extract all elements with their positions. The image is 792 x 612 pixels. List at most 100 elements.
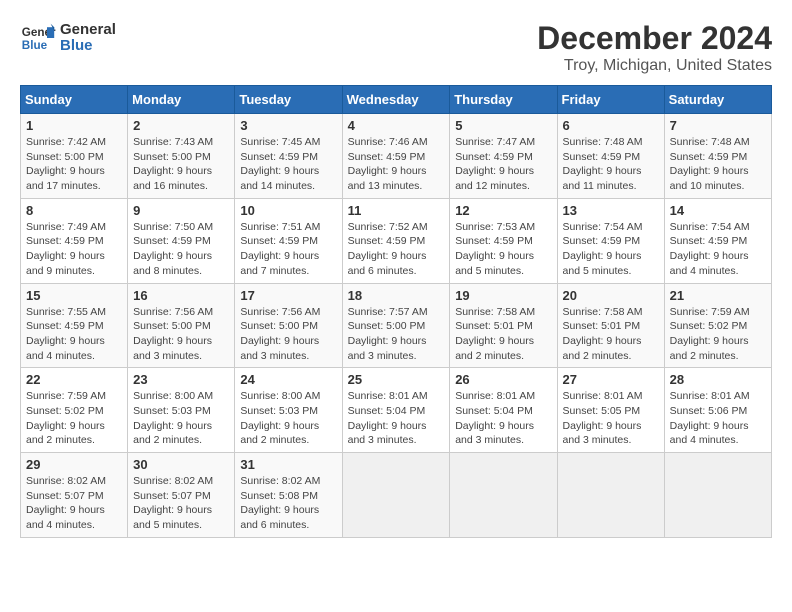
day-number: 18: [348, 288, 445, 303]
day-of-week-thursday: Thursday: [450, 86, 557, 114]
calendar-cell: [557, 453, 664, 538]
day-info: Sunrise: 7:48 AM Sunset: 4:59 PM Dayligh…: [563, 135, 659, 194]
day-number: 11: [348, 203, 445, 218]
day-number: 4: [348, 118, 445, 133]
calendar-cell: 31Sunrise: 8:02 AM Sunset: 5:08 PM Dayli…: [235, 453, 342, 538]
calendar-cell: 25 Sunrise: 8:01 AM Sunset: 5:04 PM Dayli…: [342, 368, 450, 453]
day-of-week-sunday: Sunday: [21, 86, 128, 114]
day-info: Sunrise: 7:48 AM Sunset: 4:59 PM Dayligh…: [670, 135, 766, 194]
day-info: Sunrise: 7:45 AM Sunset: 4:59 PM Dayligh…: [240, 135, 336, 194]
day-number: 23: [133, 372, 229, 387]
calendar-cell: 6Sunrise: 7:48 AM Sunset: 4:59 PM Daylig…: [557, 114, 664, 199]
calendar-week-1: 1Sunrise: 7:42 AM Sunset: 5:00 PM Daylig…: [21, 114, 772, 199]
day-info: Sunrise: 8:00 AM Sunset: 5:03 PM Dayligh…: [240, 389, 336, 448]
day-number: 9: [133, 203, 229, 218]
calendar-cell: 8 Sunrise: 7:49 AM Sunset: 4:59 PM Daylig…: [21, 198, 128, 283]
day-info: Sunrise: 7:56 AM Sunset: 5:00 PM Dayligh…: [240, 305, 336, 364]
day-number: 21: [670, 288, 766, 303]
calendar-week-4: 22 Sunrise: 7:59 AM Sunset: 5:02 PM Dayli…: [21, 368, 772, 453]
calendar-cell: 13Sunrise: 7:54 AM Sunset: 4:59 PM Dayli…: [557, 198, 664, 283]
day-number: 24: [240, 372, 336, 387]
day-info: Sunrise: 7:46 AM Sunset: 4:59 PM Dayligh…: [348, 135, 445, 194]
calendar-cell: 24 Sunrise: 8:00 AM Sunset: 5:03 PM Dayli…: [235, 368, 342, 453]
day-info: Sunrise: 8:01 AM Sunset: 5:04 PM Dayligh…: [455, 389, 551, 448]
day-number: 12: [455, 203, 551, 218]
calendar-cell: [450, 453, 557, 538]
calendar-week-2: 8 Sunrise: 7:49 AM Sunset: 4:59 PM Daylig…: [21, 198, 772, 283]
day-info: Sunrise: 7:47 AM Sunset: 4:59 PM Dayligh…: [455, 135, 551, 194]
calendar-cell: 29 Sunrise: 8:02 AM Sunset: 5:07 PM Dayli…: [21, 453, 128, 538]
calendar-title-block: December 2024 Troy, Michigan, United Sta…: [537, 20, 772, 75]
day-number: 30: [133, 457, 229, 472]
day-number: 5: [455, 118, 551, 133]
day-number: 28: [670, 372, 766, 387]
calendar-cell: 21 Sunrise: 7:59 AM Sunset: 5:02 PM Dayli…: [664, 283, 771, 368]
day-of-week-tuesday: Tuesday: [235, 86, 342, 114]
day-info: Sunrise: 7:58 AM Sunset: 5:01 PM Dayligh…: [455, 305, 551, 364]
day-number: 15: [26, 288, 122, 303]
day-number: 10: [240, 203, 336, 218]
day-number: 20: [563, 288, 659, 303]
day-info: Sunrise: 7:54 AM Sunset: 4:59 PM Dayligh…: [563, 220, 659, 279]
day-number: 7: [670, 118, 766, 133]
day-number: 17: [240, 288, 336, 303]
calendar-cell: 28 Sunrise: 8:01 AM Sunset: 5:06 PM Dayli…: [664, 368, 771, 453]
calendar-title: December 2024: [537, 20, 772, 57]
day-info: Sunrise: 8:02 AM Sunset: 5:08 PM Dayligh…: [240, 474, 336, 533]
calendar-cell: 20 Sunrise: 7:58 AM Sunset: 5:01 PM Dayli…: [557, 283, 664, 368]
day-info: Sunrise: 7:56 AM Sunset: 5:00 PM Dayligh…: [133, 305, 229, 364]
day-number: 3: [240, 118, 336, 133]
calendar-cell: 11 Sunrise: 7:52 AM Sunset: 4:59 PM Dayli…: [342, 198, 450, 283]
calendar-cell: 26Sunrise: 8:01 AM Sunset: 5:04 PM Dayli…: [450, 368, 557, 453]
day-of-week-saturday: Saturday: [664, 86, 771, 114]
calendar-cell: 2Sunrise: 7:43 AM Sunset: 5:00 PM Daylig…: [128, 114, 235, 199]
day-info: Sunrise: 7:55 AM Sunset: 4:59 PM Dayligh…: [26, 305, 122, 364]
day-number: 29: [26, 457, 122, 472]
logo: General Blue General Blue: [20, 20, 116, 56]
calendar-cell: 19 Sunrise: 7:58 AM Sunset: 5:01 PM Dayli…: [450, 283, 557, 368]
calendar-cell: 9Sunrise: 7:50 AM Sunset: 4:59 PM Daylig…: [128, 198, 235, 283]
svg-text:Blue: Blue: [22, 39, 48, 52]
calendar-cell: [664, 453, 771, 538]
calendar-cell: 23 Sunrise: 8:00 AM Sunset: 5:03 PM Dayli…: [128, 368, 235, 453]
day-number: 14: [670, 203, 766, 218]
day-of-week-friday: Friday: [557, 86, 664, 114]
calendar-table: SundayMondayTuesdayWednesdayThursdayFrid…: [20, 85, 772, 538]
calendar-cell: 15 Sunrise: 7:55 AM Sunset: 4:59 PM Dayli…: [21, 283, 128, 368]
calendar-cell: 3 Sunrise: 7:45 AM Sunset: 4:59 PM Daylig…: [235, 114, 342, 199]
calendar-cell: 18 Sunrise: 7:57 AM Sunset: 5:00 PM Dayli…: [342, 283, 450, 368]
day-info: Sunrise: 8:02 AM Sunset: 5:07 PM Dayligh…: [133, 474, 229, 533]
calendar-cell: 22 Sunrise: 7:59 AM Sunset: 5:02 PM Dayli…: [21, 368, 128, 453]
calendar-week-3: 15 Sunrise: 7:55 AM Sunset: 4:59 PM Dayli…: [21, 283, 772, 368]
day-info: Sunrise: 7:49 AM Sunset: 4:59 PM Dayligh…: [26, 220, 122, 279]
day-number: 27: [563, 372, 659, 387]
day-info: Sunrise: 8:01 AM Sunset: 5:06 PM Dayligh…: [670, 389, 766, 448]
day-info: Sunrise: 8:01 AM Sunset: 5:04 PM Dayligh…: [348, 389, 445, 448]
calendar-cell: 10 Sunrise: 7:51 AM Sunset: 4:59 PM Dayli…: [235, 198, 342, 283]
day-info: Sunrise: 7:51 AM Sunset: 4:59 PM Dayligh…: [240, 220, 336, 279]
day-info: Sunrise: 7:59 AM Sunset: 5:02 PM Dayligh…: [670, 305, 766, 364]
calendar-cell: 16Sunrise: 7:56 AM Sunset: 5:00 PM Dayli…: [128, 283, 235, 368]
day-of-week-wednesday: Wednesday: [342, 86, 450, 114]
day-info: Sunrise: 8:02 AM Sunset: 5:07 PM Dayligh…: [26, 474, 122, 533]
page-header: General Blue General Blue December 2024 …: [20, 20, 772, 75]
calendar-cell: 27Sunrise: 8:01 AM Sunset: 5:05 PM Dayli…: [557, 368, 664, 453]
calendar-week-5: 29 Sunrise: 8:02 AM Sunset: 5:07 PM Dayli…: [21, 453, 772, 538]
logo-text-general: General: [60, 22, 116, 39]
day-info: Sunrise: 7:57 AM Sunset: 5:00 PM Dayligh…: [348, 305, 445, 364]
day-number: 8: [26, 203, 122, 218]
day-number: 22: [26, 372, 122, 387]
day-number: 19: [455, 288, 551, 303]
calendar-cell: 30 Sunrise: 8:02 AM Sunset: 5:07 PM Dayli…: [128, 453, 235, 538]
logo-text-blue: Blue: [60, 38, 116, 55]
day-info: Sunrise: 7:59 AM Sunset: 5:02 PM Dayligh…: [26, 389, 122, 448]
calendar-cell: 1Sunrise: 7:42 AM Sunset: 5:00 PM Daylig…: [21, 114, 128, 199]
day-info: Sunrise: 7:52 AM Sunset: 4:59 PM Dayligh…: [348, 220, 445, 279]
day-info: Sunrise: 8:00 AM Sunset: 5:03 PM Dayligh…: [133, 389, 229, 448]
calendar-cell: 5 Sunrise: 7:47 AM Sunset: 4:59 PM Daylig…: [450, 114, 557, 199]
day-info: Sunrise: 7:53 AM Sunset: 4:59 PM Dayligh…: [455, 220, 551, 279]
day-info: Sunrise: 7:58 AM Sunset: 5:01 PM Dayligh…: [563, 305, 659, 364]
logo-icon: General Blue: [20, 20, 56, 56]
day-number: 25: [348, 372, 445, 387]
calendar-cell: 4 Sunrise: 7:46 AM Sunset: 4:59 PM Daylig…: [342, 114, 450, 199]
